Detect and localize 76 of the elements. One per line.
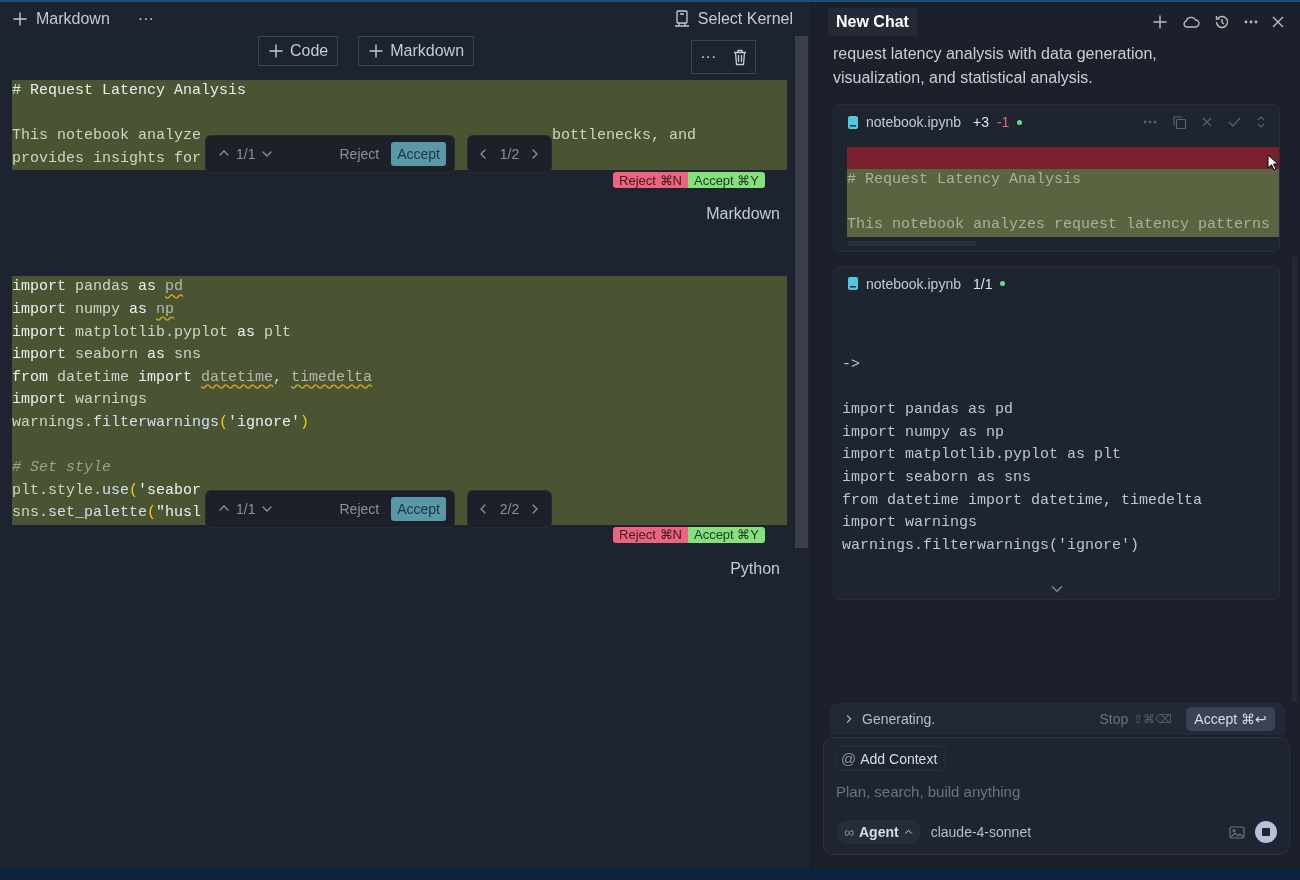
more-icon[interactable] [1244, 20, 1258, 24]
change-counter: 1/1 [972, 275, 993, 292]
add-cell-button[interactable]: Markdown [358, 36, 475, 66]
more-button[interactable]: ··· [137, 10, 154, 28]
added-count: +3 [972, 114, 989, 130]
accept-shortcut-button[interactable]: Accept ⌘Y [687, 172, 765, 189]
file-name[interactable]: notebook.ipynb [866, 275, 961, 292]
model-selector[interactable]: claude-4-sonnet [930, 824, 1032, 840]
diff-line: -> [842, 354, 861, 375]
stop-generation-button[interactable] [1255, 821, 1277, 843]
accept-shortcut-button[interactable]: Accept ⌘Y [687, 526, 765, 543]
cell-language-label[interactable]: Markdown [706, 202, 780, 227]
code-line: import pandas as pd [12, 277, 184, 298]
add-context-button[interactable]: @ Add Context [836, 746, 947, 771]
code-line: warnings.filterwarnings('ignore') [12, 412, 310, 433]
diff-line: from datetime import datetime, timedelta [842, 490, 1204, 511]
plus-icon [1152, 14, 1168, 30]
cell-counter: 1/2 [499, 145, 520, 165]
copy-icon[interactable] [1173, 115, 1186, 129]
generation-status: Generating. [862, 711, 936, 727]
code-line: # Set style [12, 458, 112, 479]
more-button[interactable]: ··· [700, 48, 717, 66]
file-icon [848, 115, 858, 129]
kernel-icon [673, 10, 690, 28]
code-line: import numpy as np [12, 299, 175, 320]
accept-button[interactable]: Accept [391, 142, 446, 167]
check-icon[interactable] [1228, 117, 1241, 127]
caret-icon [903, 827, 913, 837]
cell-language-label[interactable]: Python [730, 556, 780, 581]
close-icon[interactable] [1272, 16, 1284, 28]
add-cell-button[interactable]: Code [258, 36, 339, 66]
code-line: import warnings [12, 390, 148, 411]
reject-button[interactable]: Reject [333, 143, 386, 166]
diff-line: import warnings [842, 513, 979, 534]
file-name[interactable]: notebook.ipynb [866, 114, 961, 130]
trash-icon[interactable] [732, 48, 747, 66]
reject-shortcut-button[interactable]: Reject ⌘N [613, 172, 688, 189]
diff-line: import matplotlib.pyplot as plt [842, 445, 1123, 466]
reject-button[interactable]: Reject [333, 497, 386, 521]
change-counter: 1/1 [236, 499, 256, 519]
diff-line: warnings.filterwarnings('ignore') [842, 535, 1141, 556]
chevron-right-icon[interactable] [844, 714, 854, 724]
code-line: import seaborn as sns [12, 345, 202, 366]
expand-icon[interactable] [1257, 116, 1265, 128]
code-line: sns.set_palette("husl [12, 503, 202, 524]
assistant-message: request latency analysis with data generation, visualization, and statistical analysis. [833, 44, 1158, 88]
accept-button[interactable]: Accept [391, 496, 446, 521]
code-line: bottlenecks, and [552, 126, 697, 147]
code-line: from datetime import datetime, timedelta [12, 367, 373, 388]
image-icon[interactable] [1229, 825, 1245, 839]
accept-all-button[interactable]: Accept ⌘↩ [1186, 707, 1275, 731]
plus-icon [12, 11, 28, 27]
code-line: import matplotlib.pyplot as plt [12, 322, 292, 343]
file-icon [848, 277, 858, 291]
plus-icon [368, 43, 385, 59]
code-line: This notebook analyze [12, 126, 202, 147]
diff-line: import pandas as pd [842, 400, 1015, 421]
plus-icon [268, 43, 284, 59]
code-line: # Request Latency Analysis [12, 81, 247, 101]
change-counter: 1/1 [236, 145, 256, 165]
cloud-icon[interactable] [1182, 16, 1200, 28]
mode-selector[interactable]: ∞ Agent [836, 820, 921, 844]
add-markdown-button[interactable]: Markdown [12, 10, 110, 28]
reject-shortcut-button[interactable]: Reject ⌘N [613, 526, 688, 543]
message-input[interactable]: Plan, search, build anything [836, 779, 1277, 804]
history-icon[interactable] [1214, 14, 1230, 30]
scrollbar[interactable] [795, 36, 808, 548]
diff-line: import seaborn as sns [842, 467, 1033, 488]
diff-line: import numpy as np [842, 422, 1006, 443]
cursor-icon [1267, 154, 1279, 171]
cell-counter: 2/2 [499, 499, 520, 519]
removed-count: -1 [996, 114, 1010, 130]
select-kernel-button[interactable]: Select Kernel [673, 10, 793, 28]
chat-tab[interactable]: New Chat [828, 8, 917, 36]
code-line: provides insights for [12, 148, 202, 169]
code-line: plt.style.use('seabor [12, 480, 202, 501]
